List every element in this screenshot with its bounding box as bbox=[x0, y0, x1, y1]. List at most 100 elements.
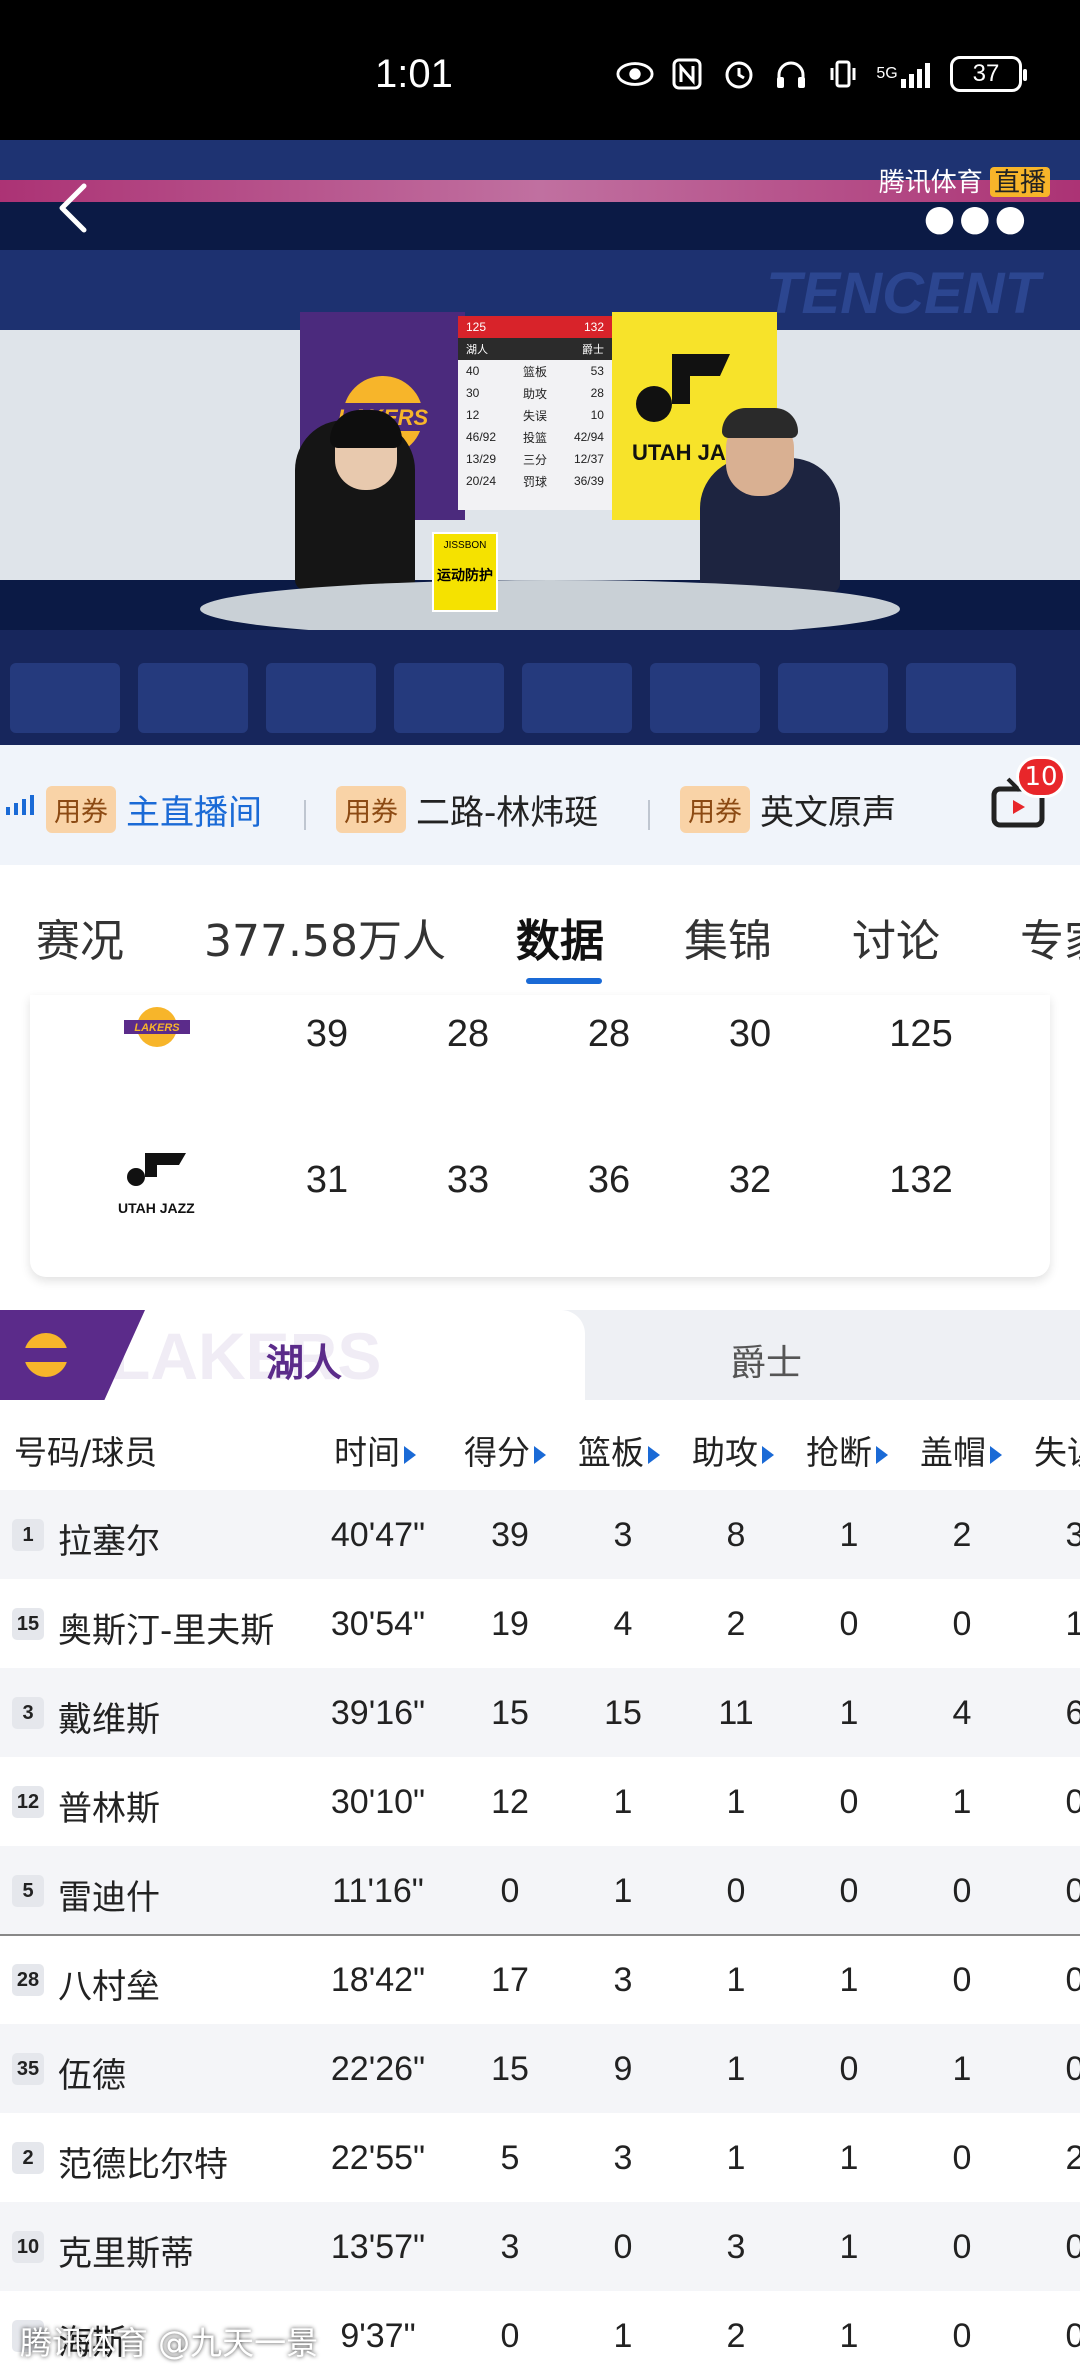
bench-divider bbox=[0, 1934, 1080, 1936]
tab-overview[interactable]: 赛况 bbox=[36, 905, 124, 969]
nfc-icon bbox=[668, 58, 706, 90]
stat-blk: 0 bbox=[952, 2139, 972, 2177]
table-row[interactable]: 10 克里斯蒂 13'57" 3 0 3 1 0 0 bbox=[0, 2202, 1080, 2291]
tab-discussion[interactable]: 讨论 bbox=[852, 905, 940, 969]
sb-stat-label: 罚球 bbox=[522, 474, 547, 489]
table-row[interactable]: 5 雷迪什 11'16" 0 1 0 0 0 0 bbox=[0, 1846, 1080, 1935]
jersey-number: 10 bbox=[12, 2231, 44, 2263]
header-points[interactable]: 得分 bbox=[464, 1426, 546, 1474]
stat-blk: 0 bbox=[952, 2317, 972, 2355]
stat-pts: 0 bbox=[500, 1872, 520, 1910]
channel-english[interactable]: 用券 英文原声 bbox=[680, 785, 896, 834]
team-logo-tile bbox=[522, 662, 632, 733]
sort-arrow-icon bbox=[762, 1445, 774, 1464]
stat-ast: 1 bbox=[726, 2139, 746, 2177]
stat-tov: 0 bbox=[1065, 1961, 1080, 1999]
tab-highlights[interactable]: 集锦 bbox=[684, 905, 772, 969]
tab-experts[interactable]: 专家 bbox=[1020, 905, 1080, 969]
table-row[interactable]: 1 拉塞尔 40'47" 39 3 8 1 2 3 bbox=[0, 1490, 1080, 1579]
broadcaster-name: 腾讯体育 bbox=[878, 167, 983, 197]
channel-main[interactable]: 用券 主直播间 bbox=[46, 785, 262, 834]
stat-pts: 3 bbox=[500, 2228, 520, 2266]
sort-arrow-icon bbox=[990, 1445, 1002, 1464]
signal-5g-icon: 5G bbox=[876, 58, 936, 90]
player-name: 伍德 bbox=[58, 2056, 126, 2096]
team-tabs: LAKERS 湖人 爵士 bbox=[0, 1310, 1080, 1400]
team-logo-tile bbox=[138, 662, 248, 733]
jersey-number: 1 bbox=[12, 1519, 44, 1551]
header-label: 助攻 bbox=[692, 1433, 758, 1472]
channel-second[interactable]: 用券 二路-林炜珽 bbox=[336, 785, 598, 834]
more-options-icon[interactable]: ●●● bbox=[924, 198, 1030, 239]
table-row[interactable]: 3 戴维斯 39'16" 15 15 11 1 4 6 bbox=[0, 1668, 1080, 1757]
header-blocks[interactable]: 盖帽 bbox=[920, 1426, 1002, 1474]
stat-pts: 19 bbox=[491, 1605, 529, 1643]
player-name: 普林斯 bbox=[58, 1789, 160, 1829]
sb-stat-label: 投篮 bbox=[522, 430, 547, 445]
stat-ast: 2 bbox=[726, 1605, 746, 1643]
video-player[interactable]: TENCENT LAKERS UTAH JAZZ 125 132 湖人 爵士 4… bbox=[0, 140, 1080, 745]
stat-tov: 0 bbox=[1065, 2228, 1080, 2266]
back-button[interactable] bbox=[52, 178, 96, 238]
table-row[interactable]: 15 奥斯汀-里夫斯 30'54" 19 4 2 0 0 1 bbox=[0, 1579, 1080, 1668]
watermark: 腾讯体育 @九天一景 bbox=[20, 2324, 319, 2362]
sb-away-value: 53 bbox=[590, 364, 604, 378]
table-row[interactable]: 35 伍德 22'26" 15 9 1 0 1 0 bbox=[0, 2024, 1080, 2113]
header-rebounds[interactable]: 篮板 bbox=[578, 1426, 660, 1474]
player-name: 克里斯蒂 bbox=[58, 2234, 194, 2274]
scoreboard-stat-row: 46/92 投篮 42/94 bbox=[458, 426, 612, 448]
stat-blk: 0 bbox=[952, 2228, 972, 2266]
team-tab-lakers[interactable]: LAKERS 湖人 bbox=[0, 1310, 585, 1400]
stat-reb: 1 bbox=[613, 1872, 633, 1910]
stat-time: 30'10" bbox=[330, 1783, 426, 1821]
stat-stl: 1 bbox=[839, 2228, 859, 2266]
table-row[interactable]: 28 八村垒 18'42" 17 3 1 1 0 0 bbox=[0, 1935, 1080, 2024]
tab-stats[interactable]: 数据 bbox=[516, 905, 604, 969]
stat-stl: 1 bbox=[839, 1516, 859, 1554]
table-row[interactable]: 12 普林斯 30'10" 12 1 1 0 1 0 bbox=[0, 1757, 1080, 1846]
team-tab-jazz[interactable]: 爵士 bbox=[730, 1334, 802, 1386]
sb-away-value: 42/94 bbox=[573, 430, 604, 444]
stat-stl: 1 bbox=[839, 2139, 859, 2177]
team-logo-tile bbox=[906, 662, 1016, 733]
header-steals[interactable]: 抢断 bbox=[806, 1426, 888, 1474]
stat-reb: 4 bbox=[613, 1605, 633, 1643]
table-row[interactable]: 2 范德比尔特 22'55" 5 3 1 1 0 2 bbox=[0, 2113, 1080, 2202]
header-player: 号码/球员 bbox=[14, 1433, 158, 1472]
stat-reb: 0 bbox=[613, 2228, 633, 2266]
stat-time: 39'16" bbox=[330, 1694, 426, 1732]
jersey-number: 28 bbox=[12, 1964, 44, 1996]
stat-blk: 1 bbox=[952, 1783, 972, 1821]
stat-tov: 2 bbox=[1065, 2139, 1080, 2177]
stat-blk: 0 bbox=[952, 1961, 972, 1999]
header-label: 时间 bbox=[334, 1433, 400, 1472]
team-logo-tile bbox=[778, 662, 888, 733]
jersey-number: 3 bbox=[12, 1697, 44, 1729]
stat-ast: 11 bbox=[718, 1694, 754, 1732]
channel-label: 主直播间 bbox=[126, 793, 262, 833]
scoreboard-away-score: 132 bbox=[583, 320, 604, 334]
stat-pts: 17 bbox=[491, 1961, 529, 1999]
header-label: 盖帽 bbox=[920, 1433, 986, 1472]
stat-tov: 1 bbox=[1065, 1605, 1080, 1643]
player-name: 八村垒 bbox=[58, 1967, 160, 2007]
quarter-score: 28 bbox=[446, 1013, 490, 1055]
tab-viewers[interactable]: 377.58万人 bbox=[204, 905, 446, 969]
quarter-score-card: LAKERS 39 28 28 30 125 UTAH JAZZ 31 33 3… bbox=[30, 995, 1050, 1277]
stat-time: 22'26" bbox=[330, 2050, 426, 2088]
quarter-row-lakers: LAKERS 39 28 28 30 125 bbox=[30, 995, 1050, 1075]
stat-ast: 1 bbox=[726, 2050, 746, 2088]
stat-ast: 1 bbox=[726, 1783, 746, 1821]
sb-home-value: 20/24 bbox=[466, 474, 497, 488]
content-tabs: 赛况 377.58万人 数据 集锦 讨论 专家 bbox=[0, 865, 1080, 995]
jersey-number: 2 bbox=[12, 2142, 44, 2174]
scoreboard-scores: 125 132 bbox=[458, 316, 612, 338]
header-time[interactable]: 时间 bbox=[334, 1426, 416, 1474]
header-assists[interactable]: 助攻 bbox=[692, 1426, 774, 1474]
stat-reb: 1 bbox=[613, 2317, 633, 2355]
stat-blk: 2 bbox=[952, 1516, 972, 1554]
total-score: 132 bbox=[889, 1159, 953, 1201]
stat-tov: 0 bbox=[1065, 1783, 1080, 1821]
live-badge: 直播 bbox=[989, 167, 1050, 197]
header-turnovers[interactable]: 失误 bbox=[1034, 1426, 1080, 1474]
